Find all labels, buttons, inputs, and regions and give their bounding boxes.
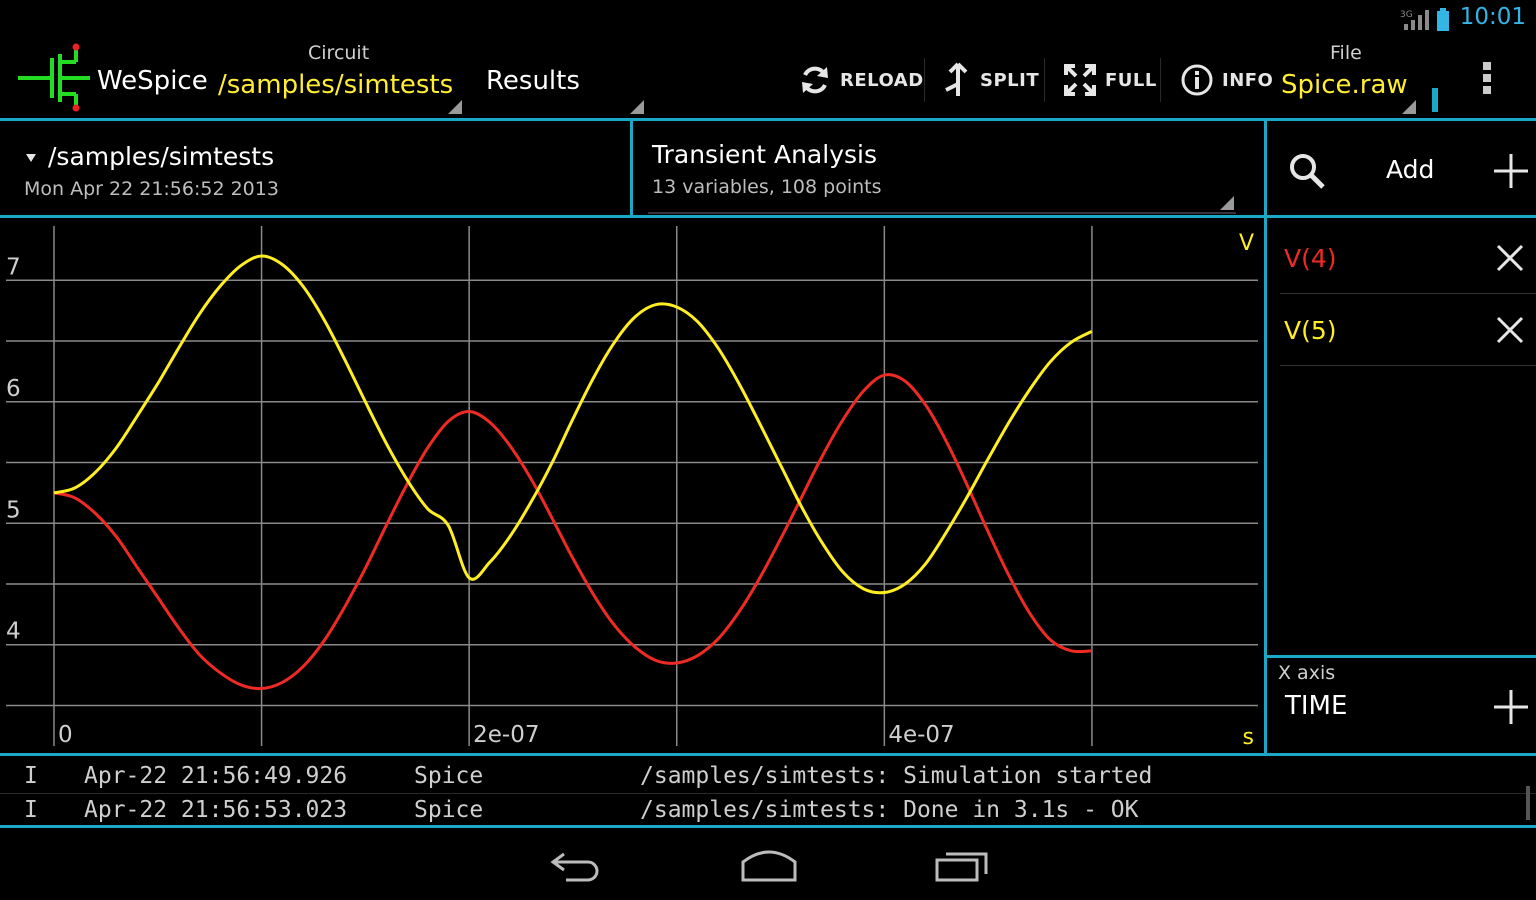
circuit-path-title: /samples/simtests — [48, 142, 275, 171]
info-icon — [1181, 64, 1213, 96]
y-tick-label: 6 — [6, 376, 21, 402]
reload-button[interactable]: RELOAD — [798, 58, 924, 102]
log-row: I Apr-22 21:56:53.023 Spice/samples/simtes… — [0, 793, 1536, 827]
log-row: I Apr-22 21:56:49.926 Spice/samples/simtes… — [0, 759, 1536, 793]
search-icon[interactable] — [1288, 152, 1328, 192]
status-bar: 3G 10:01 — [0, 0, 1536, 38]
log-level: I — [24, 797, 38, 823]
home-icon[interactable] — [740, 848, 798, 884]
clock: 10:01 — [1459, 4, 1526, 30]
separator — [1044, 58, 1045, 102]
variable-row-v4[interactable]: V(4) — [1268, 222, 1536, 294]
log-tag: Spice — [414, 763, 484, 789]
signal-icon: 3G — [1400, 10, 1429, 30]
log-message: /samples/simtests: Done in 3.1s - OK — [640, 797, 1139, 823]
x-tick-label: 0 — [58, 722, 73, 748]
full-label: FULL — [1105, 69, 1157, 91]
variable-label: V(5) — [1284, 316, 1337, 345]
split-button[interactable]: SPLIT — [942, 58, 1039, 102]
add-variable-plus-icon[interactable] — [1492, 152, 1530, 190]
file-value: Spice.raw — [1281, 70, 1408, 100]
remove-variable-close-icon[interactable] — [1494, 314, 1526, 346]
change-x-axis-plus-icon[interactable] — [1492, 688, 1530, 726]
signal-label: 3G — [1400, 10, 1413, 20]
x-tick-label: 2e-07 — [473, 722, 539, 748]
navigation-bar — [0, 828, 1536, 900]
variable-row-v5[interactable]: V(5) — [1268, 294, 1536, 366]
app-name: WeSpice — [97, 66, 208, 96]
split-label: SPLIT — [980, 69, 1040, 91]
analysis-dropdown-icon — [1220, 196, 1234, 210]
y-tick-label: 4 — [6, 619, 21, 645]
log-time: Apr-22 21:56:53.023 — [84, 797, 348, 823]
info-button[interactable]: INFO — [1180, 58, 1273, 102]
log-time: Apr-22 21:56:49.926 — [84, 763, 348, 789]
file-label: File — [1330, 42, 1362, 64]
x-axis-variable[interactable]: TIME — [1285, 691, 1347, 721]
y-tick-label: 5 — [6, 497, 21, 523]
back-icon[interactable] — [550, 848, 604, 882]
action-bar: WeSpice Circuit /samples/simtests Result… — [0, 38, 1536, 120]
variable-label: V(4) — [1284, 244, 1337, 273]
x-unit-label: s — [1243, 725, 1254, 750]
divider — [630, 118, 633, 218]
y-unit-label: V — [1239, 231, 1254, 256]
collapse-arrow-icon — [26, 154, 36, 162]
analysis-title: Transient Analysis — [652, 140, 877, 169]
log-scrollbar[interactable] — [1526, 786, 1530, 820]
results-dropdown-icon — [630, 100, 644, 114]
remove-variable-close-icon[interactable] — [1494, 242, 1526, 274]
status-icons: 3G — [1400, 8, 1450, 32]
fullscreen-icon — [1064, 64, 1096, 96]
log-message: /samples/simtests: Simulation started — [640, 763, 1153, 789]
simulation-date: Mon Apr 22 21:56:52 2013 — [24, 178, 279, 200]
divider — [1264, 118, 1267, 755]
x-tick-label: 4e-07 — [888, 722, 954, 748]
log-level: I — [24, 763, 38, 789]
battery-icon — [1437, 8, 1449, 31]
y-tick-label: 7 — [6, 254, 21, 280]
waveform-plot[interactable]: 4 5 6 7 0 2e-07 4e-07 V s — [0, 218, 1262, 753]
file-dropdown-icon — [1402, 100, 1416, 114]
results-label: Results — [486, 66, 580, 96]
reload-icon — [802, 66, 828, 94]
log-divider — [0, 793, 1536, 794]
circuit-dropdown-icon — [448, 100, 462, 114]
row-divider — [1280, 365, 1536, 366]
add-variable-label[interactable]: Add — [1386, 155, 1434, 184]
full-button[interactable]: FULL — [1063, 58, 1157, 102]
divider — [0, 753, 1536, 756]
separator — [1160, 58, 1161, 102]
reload-label: RELOAD — [840, 69, 924, 91]
separator — [924, 58, 925, 102]
divider — [1264, 655, 1536, 658]
circuit-label: Circuit — [308, 42, 370, 64]
split-icon — [945, 62, 968, 96]
analysis-underline — [648, 212, 1236, 214]
log-tag: Spice — [414, 797, 484, 823]
scroll-indicator — [1432, 88, 1438, 112]
x-axis-label: X axis — [1278, 662, 1336, 684]
circuit-value: /samples/simtests — [218, 70, 454, 100]
info-label: INFO — [1222, 69, 1274, 91]
analysis-summary: 13 variables, 108 points — [652, 176, 882, 198]
app-logo-icon[interactable] — [16, 42, 92, 112]
divider — [0, 118, 1536, 121]
recent-apps-icon[interactable] — [934, 848, 990, 884]
overflow-menu-icon[interactable] — [1480, 62, 1494, 102]
